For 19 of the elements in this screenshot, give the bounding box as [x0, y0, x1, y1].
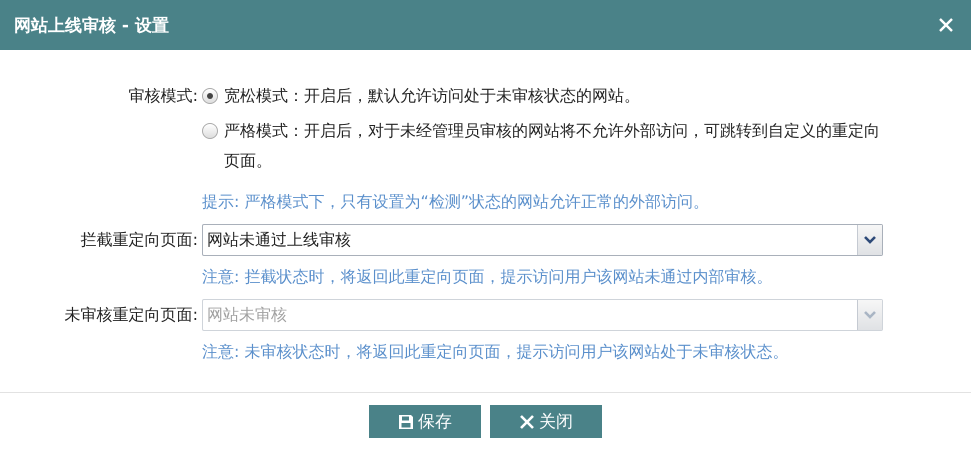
field-label: 审核模式:	[128, 85, 198, 107]
close-button[interactable]	[937, 16, 955, 34]
caret-icon	[864, 311, 876, 319]
hint-text: 注意: 拦截状态时，将返回此重定向页面，提示访问用户该网站未通过内部审核。	[202, 266, 774, 288]
radio-label[interactable]: 严格模式：开启后，对于未经管理员审核的网站将不允许外部访问，可跳转到自定义的重定向页面。	[224, 116, 883, 176]
radio-button[interactable]	[202, 123, 218, 139]
close-button[interactable]: 关闭	[490, 405, 602, 438]
save-button[interactable]: 保存	[369, 405, 481, 438]
radio-button[interactable]	[202, 88, 218, 104]
window-title: 网站上线审核 - 设置	[14, 14, 169, 36]
hint-text: 注意: 未审核状态时，将返回此重定向页面，提示访问用户该网站处于未审核状态。	[202, 341, 790, 363]
close-icon	[939, 18, 953, 32]
caret-icon	[864, 236, 876, 244]
hint-text: 提示: 严格模式下，只有设置为“检测”状态的网站允许正常的外部访问。	[202, 191, 710, 213]
radio-label[interactable]: 宽松模式：开启后，默认允许访问处于未审核状态的网站。	[224, 81, 883, 111]
field-label: 未审核重定向页面:	[64, 304, 198, 326]
field-label: 拦截重定向页面:	[80, 229, 198, 251]
x-icon	[519, 414, 535, 430]
dropdown[interactable]: 网站未通过上线审核	[202, 224, 883, 256]
